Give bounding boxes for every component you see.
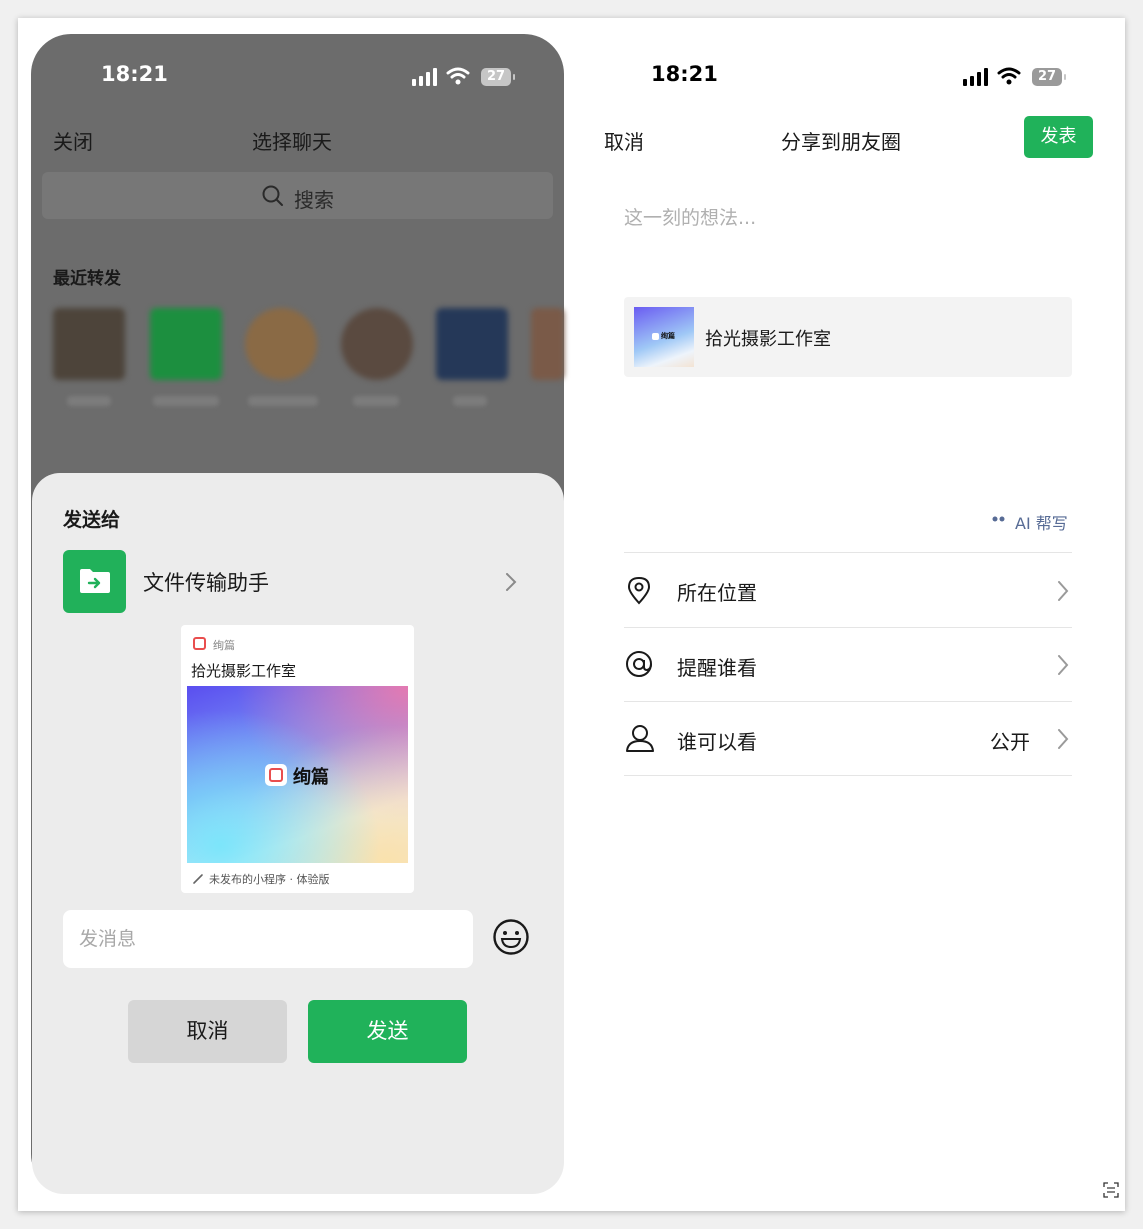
cellular-signal-icon [963,68,988,86]
mini-card-cover: 绚篇 [187,686,408,863]
status-bar-right: 18:21 27 [651,62,1071,92]
brand-name: 绚篇 [293,767,329,788]
recent-avatar[interactable] [436,308,508,380]
thought-input[interactable]: 这一刻的想法... [624,203,756,230]
recent-name [248,396,318,406]
recent-name [153,396,219,406]
person-icon [626,725,654,752]
status-time: 18:21 [101,62,168,86]
recent-avatar[interactable] [245,308,317,380]
row-location[interactable]: 所在位置 [624,553,1072,627]
row-label: 谁可以看 [677,730,757,754]
row-visibility[interactable]: 谁可以看 公开 [624,702,1072,775]
search-icon [262,185,283,206]
status-bar: 18:21 27 [101,62,521,92]
recent-avatar[interactable] [341,308,413,380]
status-time: 18:21 [651,62,718,86]
chevron-right-icon [1058,729,1069,749]
send-to-title: 发送给 [63,509,121,531]
screenshot-tool-icon[interactable] [1103,1182,1119,1198]
recent-avatar[interactable] [150,308,222,380]
wifi-icon [446,67,470,85]
file-transfer-avatar [63,550,126,613]
mini-app-name: 绚篇 [213,639,235,652]
message-input[interactable] [63,910,473,968]
shared-card[interactable]: 绚篇 拾光摄影工作室 [624,297,1072,377]
search-placeholder: 搜索 [294,188,334,212]
send-button[interactable]: 发送 [308,1000,467,1063]
row-label: 提醒谁看 [677,656,757,680]
at-icon [626,651,652,677]
divider [624,775,1072,776]
location-pin-icon [627,577,651,605]
publish-button[interactable]: 发表 [1024,116,1093,158]
recipient-name[interactable]: 文件传输助手 [143,567,269,597]
cancel-link[interactable]: 取消 [604,126,644,155]
brand-logo-icon [265,764,287,786]
recent-name [453,396,487,406]
recent-name [353,396,399,406]
shared-card-thumbnail: 绚篇 [634,307,694,367]
page-title-right: 分享到朋友圈 [781,130,901,154]
close-button[interactable]: 关闭 [53,126,93,155]
mini-card-title: 拾光摄影工作室 [191,662,297,680]
row-label: 所在位置 [677,581,757,605]
cancel-button[interactable]: 取消 [128,1000,287,1063]
cellular-signal-icon [412,68,437,86]
link-icon [193,874,203,884]
page-title: 选择聊天 [252,130,332,154]
wifi-icon [997,67,1021,85]
chevron-right-icon [1058,581,1069,601]
shared-card-title: 拾光摄影工作室 [705,329,831,350]
thumb-brand: 绚篇 [661,332,675,340]
ai-help-label: AI 帮写 [1015,514,1068,533]
ai-dots-icon [992,516,1005,522]
recent-name [67,396,111,406]
chevron-right-icon [506,573,517,591]
search-input[interactable]: 搜索 [42,172,553,219]
battery-icon: 27 [481,68,515,86]
emoji-icon[interactable] [492,918,530,956]
recent-avatar[interactable] [531,308,564,380]
recent-avatar[interactable] [53,308,125,380]
row-mention[interactable]: 提醒谁看 [624,628,1072,701]
mini-card-footer: 未发布的小程序 · 体验版 [209,873,330,886]
recent-forward-title: 最近转发 [53,269,121,289]
visibility-value: 公开 [990,730,1030,754]
battery-icon: 27 [1032,68,1066,86]
chevron-right-icon [1058,655,1069,675]
recent-contacts-row [53,308,564,448]
folder-icon [80,569,110,593]
app-logo-icon [193,637,206,650]
